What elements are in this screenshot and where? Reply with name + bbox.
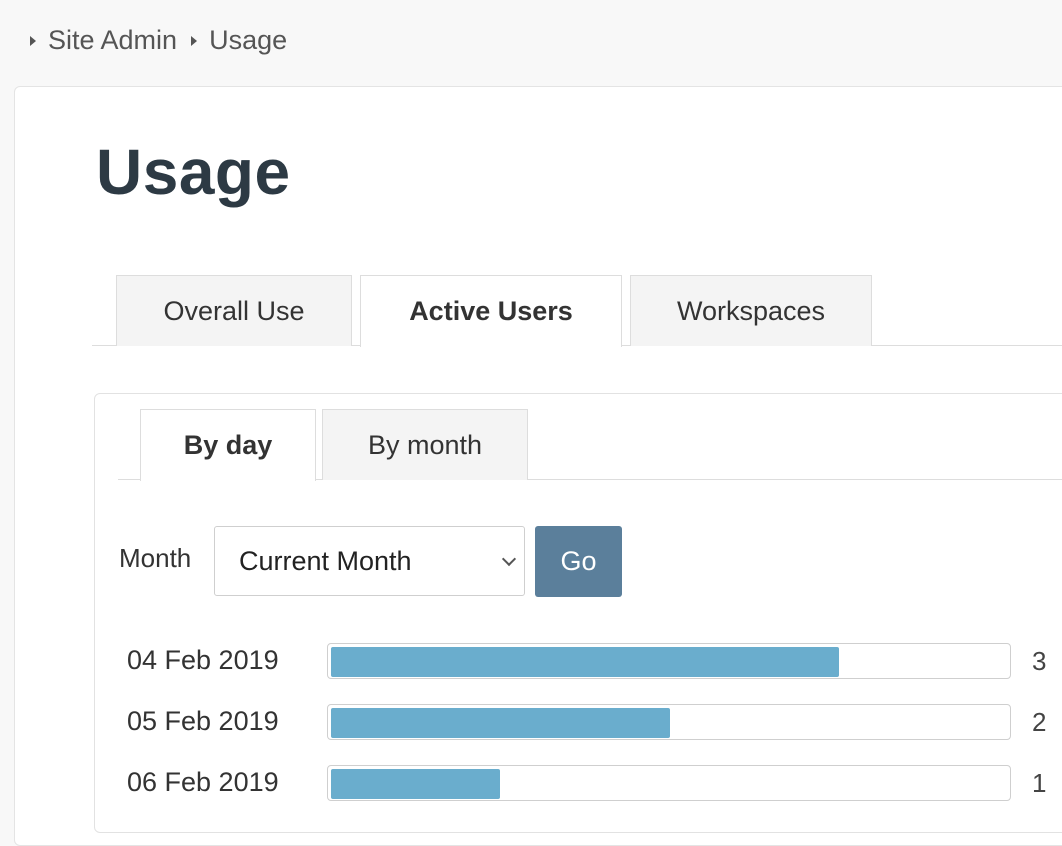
subtab-by-month[interactable]: By month [322,409,528,480]
row-count-label: 3 [1032,646,1047,676]
bar-fill [331,769,500,799]
month-select[interactable]: Current Month [214,526,525,596]
caret-right-icon [191,36,198,46]
bar-track [327,765,1011,801]
row-count-label: 2 [1032,707,1047,737]
page-title: Usage [96,136,291,208]
row-date-label: 05 Feb 2019 [127,706,279,736]
go-button[interactable]: Go [535,526,622,597]
bar-fill [331,708,670,738]
tab-active-users[interactable]: Active Users [360,275,622,347]
row-date-label: 04 Feb 2019 [127,645,279,675]
breadcrumb-usage[interactable]: Usage [209,25,287,56]
chevron-down-icon [501,551,517,567]
breadcrumb: Site Admin Usage [0,0,1062,80]
row-date-label: 06 Feb 2019 [127,767,279,797]
breadcrumb-site-admin[interactable]: Site Admin [48,25,177,56]
tab-workspaces[interactable]: Workspaces [630,275,872,346]
row-count-label: 1 [1032,768,1047,798]
bar-fill [331,647,839,677]
subtab-by-day[interactable]: By day [140,409,316,481]
tab-overall-use[interactable]: Overall Use [116,275,352,346]
bar-track [327,704,1011,740]
month-label: Month [119,543,192,573]
month-select-value: Current Month [239,545,412,576]
caret-right-icon [30,36,36,46]
bar-track [327,643,1011,679]
